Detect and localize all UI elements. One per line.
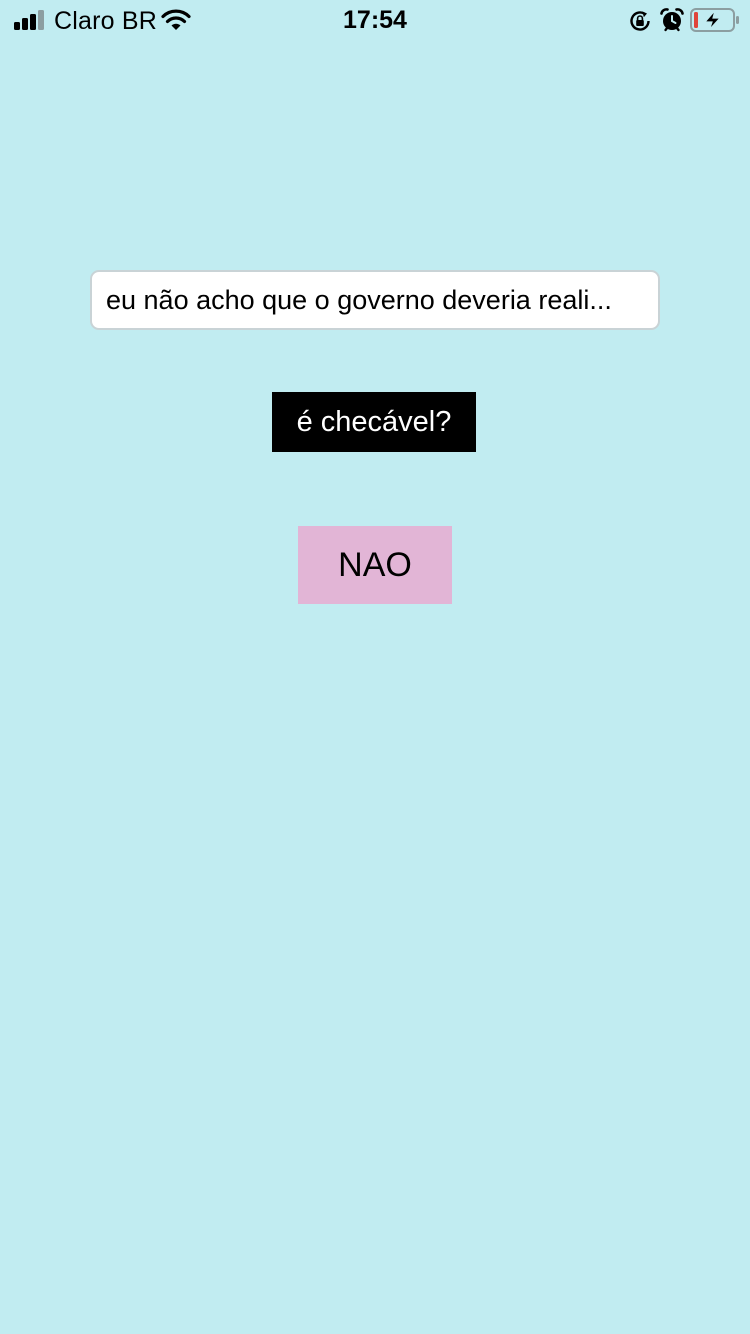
check-button[interactable]: é checável?	[272, 392, 476, 452]
rotation-lock-icon	[630, 11, 650, 31]
statement-input[interactable]	[90, 270, 660, 330]
result-label: NAO	[298, 526, 452, 604]
alarm-icon	[660, 8, 684, 32]
battery-charging-icon	[690, 8, 739, 32]
status-bar: Claro BR 17:54	[0, 0, 750, 40]
